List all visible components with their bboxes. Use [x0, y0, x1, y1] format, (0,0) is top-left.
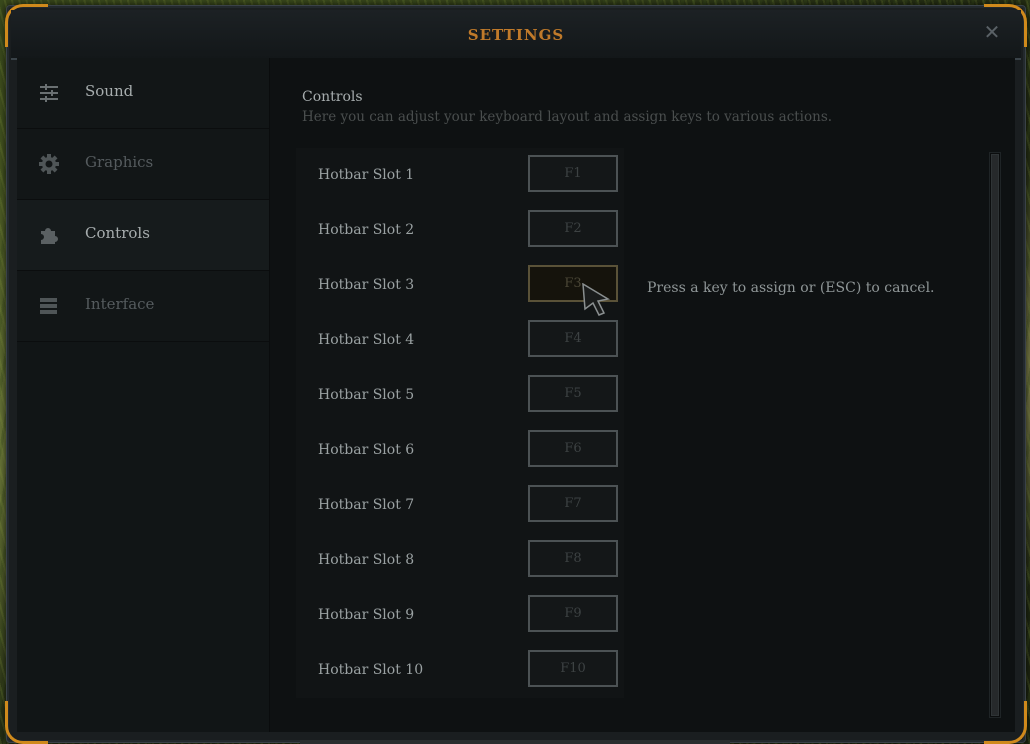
action-label: Hotbar Slot 9	[318, 607, 415, 623]
keybinding-row: Hotbar Slot 2 F2	[296, 203, 624, 258]
close-icon[interactable]: ✕	[983, 22, 1001, 42]
action-label: Hotbar Slot 6	[318, 442, 415, 458]
settings-window: SETTINGS ✕ Sound Graphics Controls Inter…	[5, 4, 1027, 744]
section-title: Controls	[302, 89, 363, 105]
key-binding-button[interactable]: F5	[528, 375, 618, 412]
keybinding-row: Hotbar Slot 5 F5	[296, 368, 624, 423]
keybinding-row: Hotbar Slot 1 F1	[296, 148, 624, 203]
section-description: Here you can adjust your keyboard layout…	[302, 109, 833, 125]
sidebar-item-graphics[interactable]: Graphics	[17, 129, 269, 200]
action-label: Hotbar Slot 2	[318, 222, 415, 238]
action-label: Hotbar Slot 7	[318, 497, 415, 513]
sliders-icon	[40, 84, 58, 102]
key-binding-button[interactable]: F10	[528, 650, 618, 687]
assign-key-prompt: Press a key to assign or (ESC) to cancel…	[647, 280, 935, 296]
sidebar: Sound Graphics Controls Interface	[17, 58, 270, 732]
bottom-bar	[300, 740, 730, 744]
key-binding-button[interactable]: F8	[528, 540, 618, 577]
keybinding-list: Hotbar Slot 1 F1 Hotbar Slot 2 F2 Hotbar…	[296, 148, 624, 698]
gear-icon	[39, 154, 59, 174]
keybinding-row: Hotbar Slot 4 F4	[296, 313, 624, 368]
key-binding-button[interactable]: F2	[528, 210, 618, 247]
title-bar: SETTINGS ✕	[11, 10, 1021, 60]
list-icon	[40, 298, 57, 314]
key-binding-button[interactable]: F1	[528, 155, 618, 192]
controls-panel: Controls Here you can adjust your keyboa…	[270, 58, 1015, 732]
action-label: Hotbar Slot 5	[318, 387, 415, 403]
keybinding-row: Hotbar Slot 3 F3	[296, 258, 624, 313]
sidebar-item-sound[interactable]: Sound	[17, 58, 269, 129]
key-binding-button[interactable]: F9	[528, 595, 618, 632]
action-label: Hotbar Slot 1	[318, 167, 415, 183]
window-title: SETTINGS	[467, 26, 565, 44]
keybinding-row: Hotbar Slot 10 F10	[296, 643, 624, 698]
sidebar-item-label: Controls	[85, 224, 150, 242]
sidebar-item-label: Interface	[85, 295, 155, 313]
keybinding-row: Hotbar Slot 7 F7	[296, 478, 624, 533]
sidebar-item-interface[interactable]: Interface	[17, 271, 269, 342]
puzzle-icon	[41, 228, 58, 244]
key-binding-button[interactable]: F4	[528, 320, 618, 357]
sidebar-item-controls[interactable]: Controls	[17, 200, 269, 271]
action-label: Hotbar Slot 8	[318, 552, 415, 568]
keybinding-row: Hotbar Slot 9 F9	[296, 588, 624, 643]
key-binding-button-listening[interactable]: F3	[528, 265, 618, 302]
key-binding-button[interactable]: F7	[528, 485, 618, 522]
scrollbar-thumb[interactable]	[991, 154, 999, 716]
action-label: Hotbar Slot 4	[318, 332, 415, 348]
keybinding-row: Hotbar Slot 8 F8	[296, 533, 624, 588]
scrollbar[interactable]	[989, 152, 1001, 718]
action-label: Hotbar Slot 3	[318, 277, 415, 293]
keybinding-row: Hotbar Slot 6 F6	[296, 423, 624, 478]
action-label: Hotbar Slot 10	[318, 662, 424, 678]
sidebar-item-label: Graphics	[85, 153, 154, 171]
key-binding-button[interactable]: F6	[528, 430, 618, 467]
sidebar-item-label: Sound	[85, 82, 134, 100]
